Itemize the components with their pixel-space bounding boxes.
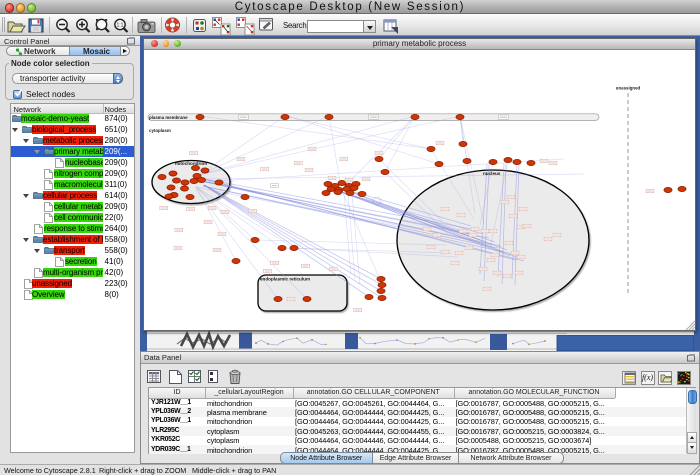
- svg-text:unassigned: unassigned: [616, 86, 641, 91]
- svg-text:1:1: 1:1: [117, 23, 124, 29]
- svg-text:mitochondrion: mitochondrion: [175, 161, 207, 166]
- svg-text:plasma membrane: plasma membrane: [149, 115, 188, 120]
- svg-text:nucleus: nucleus: [483, 171, 501, 176]
- svg-text:cytoplasm: cytoplasm: [149, 128, 171, 133]
- svg-text:endoplasmic reticulum: endoplasmic reticulum: [260, 277, 310, 282]
